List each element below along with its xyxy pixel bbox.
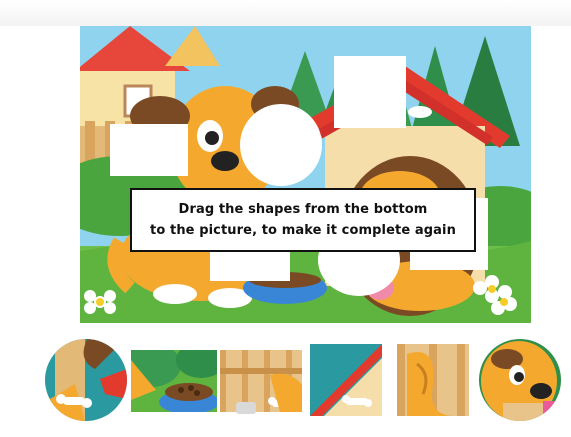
empty-circle-hole[interactable] (240, 104, 322, 186)
instruction-line-1: Drag the shapes from the bottom (178, 202, 428, 217)
empty-square-hole[interactable] (110, 124, 188, 176)
piece-fence-bone-art (220, 350, 302, 412)
puzzle-piece-circle[interactable] (479, 339, 561, 421)
piece-bushes-bowl-art (131, 350, 217, 412)
top-fade (0, 0, 571, 26)
puzzle-piece-square[interactable] (397, 344, 469, 416)
puzzle-picture (80, 26, 531, 323)
empty-square-hole[interactable] (210, 251, 290, 281)
empty-square-hole[interactable] (334, 56, 406, 128)
instruction-box: Drag the shapes from the bottom to the p… (130, 188, 476, 252)
puzzle-piece-square[interactable] (310, 344, 382, 416)
instruction-line-2: to the picture, to make it complete agai… (150, 223, 456, 238)
puzzle-piece-square[interactable] (220, 350, 302, 412)
piece-dog-tail-art (397, 344, 469, 416)
piece-fence-bone-art (45, 339, 127, 421)
piece-dog-face-art (479, 339, 561, 421)
piece-tray (0, 330, 571, 437)
drag-grip-handle (236, 402, 256, 414)
puzzle-piece-square[interactable] (131, 350, 217, 412)
piece-doghouse-roof-art (310, 344, 382, 416)
puzzle-piece-circle[interactable] (45, 339, 127, 421)
